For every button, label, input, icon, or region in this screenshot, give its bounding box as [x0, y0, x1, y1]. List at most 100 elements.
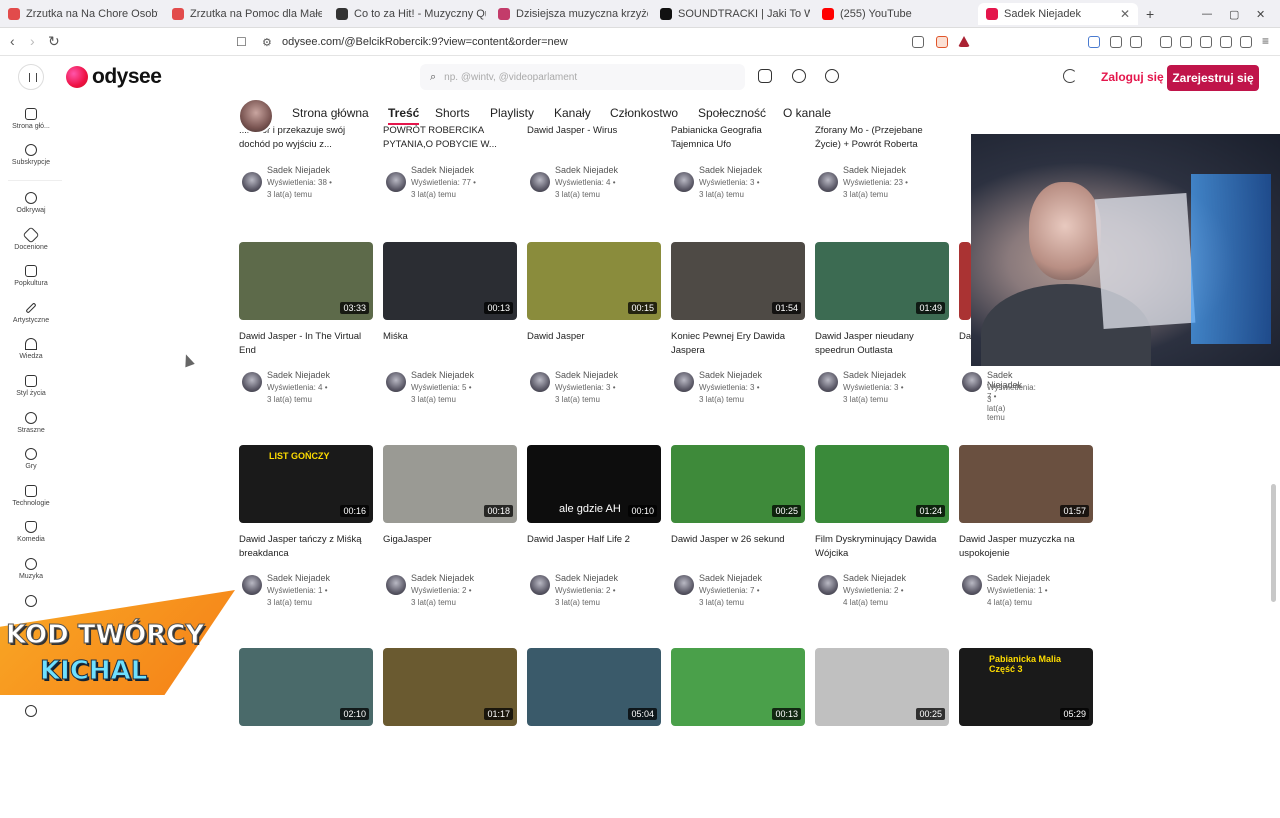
video-thumbnail[interactable]: 00:18: [383, 445, 517, 523]
sidebar-item-knowledge[interactable]: Wiedza: [0, 338, 62, 360]
video-card[interactable]: 00:15 Dawid Jasper Sadek Niejadek Wyświetle…: [527, 242, 661, 412]
forward-icon[interactable]: ›: [30, 33, 35, 49]
channel-avatar-small[interactable]: [242, 575, 262, 595]
channel-name[interactable]: Sadek Niejadek: [555, 165, 618, 175]
tab-membership[interactable]: Członkostwo: [610, 106, 678, 120]
new-tab-icon[interactable]: +: [1146, 3, 1158, 25]
channel-name[interactable]: Sadek Niejadek: [555, 370, 618, 380]
video-card[interactable]: Da Sadek Niejadek Wyświetlenia: 7 • 3 lat(a…: [959, 242, 1036, 422]
sidebar-item-home[interactable]: Strona głó...: [0, 108, 62, 130]
channel-avatar-small[interactable]: [818, 575, 838, 595]
video-title[interactable]: Miśka: [383, 330, 517, 344]
video-thumbnail[interactable]: [959, 242, 971, 320]
video-thumbnail[interactable]: 00:13: [671, 648, 805, 726]
tab-home[interactable]: Strona główna: [292, 106, 369, 120]
sidebar-item-subscriptions[interactable]: Subskrypcje: [0, 144, 62, 166]
sidebar-item-spooky[interactable]: Straszne: [0, 412, 62, 434]
settings-icon[interactable]: [792, 69, 806, 83]
share-icon[interactable]: [912, 36, 924, 48]
video-title[interactable]: POWRÓT ROBERCIKA PYTANIA,O POBYCIE W...: [383, 124, 517, 152]
channel-avatar-small[interactable]: [530, 172, 550, 192]
login-link[interactable]: Zaloguj się: [1101, 70, 1164, 84]
video-title[interactable]: Pabianicka Geografia Tajemnica Ufo: [671, 124, 805, 152]
scrollbar-thumb[interactable]: [1271, 484, 1276, 602]
video-thumbnail[interactable]: 03:33: [239, 242, 373, 320]
video-title[interactable]: Dawid Jasper: [527, 330, 661, 344]
channel-name[interactable]: Sadek Niejadek: [987, 573, 1050, 583]
video-thumbnail[interactable]: 01:57: [959, 445, 1093, 523]
browser-tab[interactable]: Co to za Hit! - Muzyczny Quiz Hip-H: [336, 3, 486, 25]
browser-tab[interactable]: (255) YouTube: [822, 3, 972, 25]
sidebar-item-artistic[interactable]: Artystyczne: [0, 302, 62, 324]
browser-tab-active[interactable]: Sadek Niejadek ✕: [978, 3, 1138, 25]
tab-content[interactable]: Treść: [388, 106, 420, 125]
channel-avatar-small[interactable]: [962, 575, 982, 595]
video-thumbnail[interactable]: 02:10: [239, 648, 373, 726]
bookmark-icon[interactable]: ☐: [236, 35, 247, 49]
extension-icon[interactable]: [1110, 36, 1122, 48]
channel-name[interactable]: Sadek Niejadek: [699, 573, 762, 583]
channel-name[interactable]: Sadek Niejadek: [411, 573, 474, 583]
dark-mode-icon[interactable]: [1063, 69, 1077, 83]
minimize-icon[interactable]: —: [1202, 3, 1212, 25]
sidebar-item-extra[interactable]: [0, 705, 62, 720]
sidebar-item-lifestyle[interactable]: Styl życia: [0, 375, 62, 397]
brave-shield-icon[interactable]: [936, 36, 948, 48]
tab-channels[interactable]: Kanały: [554, 106, 591, 120]
video-card[interactable]: 03:33 Dawid Jasper - In The Virtual End Sa…: [239, 242, 373, 412]
channel-name[interactable]: Sadek Niejadek: [267, 165, 330, 175]
video-title[interactable]: Film Dyskryminujący Dawida Wójcika: [815, 533, 949, 561]
video-title[interactable]: Zforany Mo - (Przejebane Życie) + Powrót…: [815, 124, 949, 152]
odysee-logo[interactable]: odysee: [66, 65, 162, 89]
video-card[interactable]: LIST GOŃCZY 00:16 Dawid Jasper tańczy z Mi…: [239, 445, 373, 615]
sidebar-item-featured[interactable]: Docenione: [0, 226, 62, 251]
tab-playlists[interactable]: Playlisty: [490, 106, 534, 120]
sidebar-item-comedy[interactable]: Komedia: [0, 521, 62, 543]
reader-icon[interactable]: [1130, 36, 1142, 48]
video-card[interactable]: Pabianicka Malia Część 3 05:29: [959, 648, 1093, 818]
channel-name[interactable]: Sadek Niejadek: [843, 165, 906, 175]
channel-avatar-small[interactable]: [386, 575, 406, 595]
video-card[interactable]: 00:25 Dawid Jasper w 26 sekund Sadek Nieja…: [671, 445, 805, 615]
video-title[interactable]: Dawid Jasper nieudany speedrun Outlasta: [815, 330, 949, 358]
video-title[interactable]: Dawid Jasper - In The Virtual End: [239, 330, 373, 358]
brave-rewards-icon[interactable]: [958, 36, 970, 47]
video-card[interactable]: 00:18 GigaJasper Sadek Niejadek Wyświetleni…: [383, 445, 517, 615]
video-title[interactable]: Dawid Jasper - Wirus: [527, 124, 661, 138]
channel-avatar-small[interactable]: [674, 172, 694, 192]
channel-avatar-small[interactable]: [242, 172, 262, 192]
video-title[interactable]: Dawid Jasper Half Life 2: [527, 533, 661, 547]
close-window-icon[interactable]: ✕: [1256, 3, 1266, 25]
close-tab-icon[interactable]: ✕: [1120, 7, 1130, 21]
url-field[interactable]: odysee.com/@BelcikRobercik:9?view=conten…: [282, 36, 568, 48]
channel-avatar-small[interactable]: [530, 372, 550, 392]
browser-menu-icon[interactable]: ≡: [1262, 34, 1269, 48]
browser-tab[interactable]: Zrzutka na Pomoc dla Małego Nonik: [172, 3, 322, 25]
browser-tab[interactable]: Zrzutka na Na Chore Osoby - Dawid: [8, 3, 158, 25]
video-card[interactable]: ale gdzie AH 00:10 Dawid Jasper Half Life …: [527, 445, 661, 615]
channel-avatar-small[interactable]: [818, 172, 838, 192]
menu-icon[interactable]: [18, 64, 44, 90]
translate-icon[interactable]: [1088, 36, 1100, 48]
maximize-icon[interactable]: ▢: [1229, 3, 1239, 25]
video-title[interactable]: GigaJasper: [383, 533, 517, 547]
tab-community[interactable]: Społeczność: [698, 106, 766, 120]
video-card[interactable]: 01:57 Dawid Jasper muzyczka na uspokojeni…: [959, 445, 1093, 615]
video-thumbnail[interactable]: LIST GOŃCZY 00:16: [239, 445, 373, 523]
video-thumbnail[interactable]: Pabianicka Malia Część 3 05:29: [959, 648, 1093, 726]
video-thumbnail[interactable]: 00:13: [383, 242, 517, 320]
channel-avatar-small[interactable]: [818, 372, 838, 392]
media-icon[interactable]: [1160, 36, 1172, 48]
sidebar-item-music[interactable]: Muzyka: [0, 558, 62, 580]
video-card[interactable]: 00:25: [815, 648, 949, 818]
channel-avatar-small[interactable]: [386, 372, 406, 392]
browser-tab[interactable]: SOUNDTRACKI | Jaki To Wers: [660, 3, 810, 25]
video-title[interactable]: Dawid Jasper muzyczka na uspokojenie: [959, 533, 1093, 561]
browser-tab[interactable]: Dzisiejsza muzyczna krzyżówka | 100: [498, 3, 648, 25]
channel-avatar[interactable]: [238, 98, 274, 134]
site-settings-icon[interactable]: ⚙: [262, 36, 272, 49]
sidebar-toggle-icon[interactable]: [1180, 36, 1192, 48]
channel-avatar-small[interactable]: [386, 172, 406, 192]
video-card[interactable]: 01:17: [383, 648, 517, 818]
channel-avatar-small[interactable]: [242, 372, 262, 392]
